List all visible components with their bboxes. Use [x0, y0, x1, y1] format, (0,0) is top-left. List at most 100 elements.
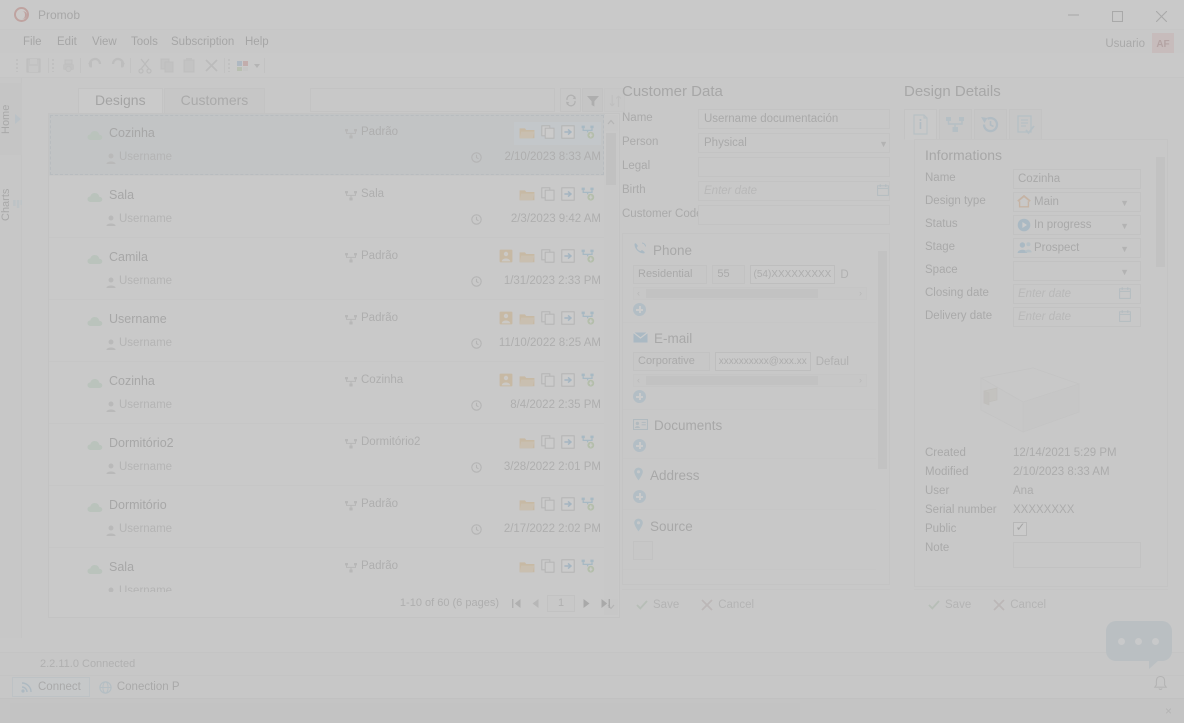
layout-color-icon[interactable] [234, 56, 253, 75]
chat-bubble-button[interactable] [1106, 621, 1172, 669]
page-number-input[interactable]: 1 [547, 594, 575, 612]
undo-icon[interactable] [86, 56, 105, 75]
maximize-button[interactable] [1096, 0, 1140, 30]
copy-icon[interactable] [541, 373, 555, 390]
open-folder-icon[interactable] [519, 250, 535, 266]
toolbar-grip[interactable] [16, 59, 18, 72]
copy-icon[interactable] [541, 187, 555, 204]
export-icon[interactable] [561, 249, 575, 266]
paste-icon[interactable] [180, 56, 199, 75]
share-cloud-icon[interactable] [581, 373, 596, 390]
share-cloud-icon[interactable] [581, 559, 596, 576]
open-folder-icon[interactable] [519, 498, 535, 514]
field-value-text[interactable]: Cozinha [1013, 169, 1141, 189]
field-value-date[interactable]: Enter date [698, 181, 890, 201]
export-icon[interactable] [561, 187, 575, 204]
refresh-icon[interactable] [560, 88, 581, 112]
chevron-down-icon[interactable]: ▼ [1120, 198, 1129, 208]
taskbar-field[interactable] [10, 703, 800, 720]
section-hscrollbar[interactable]: ‹ › [633, 374, 867, 387]
copy-icon[interactable] [158, 56, 177, 75]
table-row[interactable]: Camila Username Padrão 1/31/2023 2:33 PM [49, 238, 605, 300]
calendar-icon[interactable] [1119, 310, 1131, 325]
menu-subscription[interactable]: Subscription [166, 34, 239, 50]
section-select[interactable]: Residential [633, 265, 708, 284]
chevron-down-icon[interactable]: ▼ [1120, 267, 1129, 277]
history-tab[interactable] [974, 109, 1007, 140]
bottom-tab-connect[interactable]: Connect [12, 677, 90, 697]
scroll-thumb[interactable] [878, 251, 887, 469]
list-scrollbar[interactable] [604, 115, 618, 615]
section-select[interactable] [633, 541, 653, 560]
close-icon[interactable]: × [1165, 704, 1172, 718]
public-checkbox[interactable] [1013, 520, 1027, 536]
field-value-select[interactable]: Physical [698, 133, 890, 153]
share-cloud-icon[interactable] [581, 187, 596, 204]
customer-sections-scrollbar[interactable] [876, 235, 888, 584]
save-icon[interactable] [24, 56, 43, 75]
scroll-right-arrow[interactable]: › [859, 288, 862, 299]
field-value-text[interactable]: Username documentación [698, 109, 890, 129]
share-cloud-icon[interactable] [581, 125, 596, 142]
copy-icon[interactable] [541, 559, 555, 576]
calendar-icon[interactable] [1119, 287, 1131, 302]
sidebar-item-home[interactable]: Home [0, 83, 22, 155]
add-icon[interactable] [633, 439, 646, 452]
menu-edit[interactable]: Edit [52, 34, 82, 50]
first-page-button[interactable] [509, 595, 524, 611]
customer-icon[interactable] [499, 249, 513, 266]
chevron-down-icon[interactable]: ▼ [1120, 244, 1129, 254]
previous-page-button[interactable] [528, 595, 543, 611]
section-select[interactable]: Corporative [633, 352, 710, 371]
avatar[interactable]: AF [1152, 33, 1174, 55]
design-save-button[interactable]: Save [928, 599, 971, 611]
search-input[interactable] [310, 88, 555, 112]
filter-icon[interactable] [582, 88, 603, 112]
add-icon[interactable] [633, 390, 646, 403]
chevron-down-icon[interactable]: ▼ [879, 139, 888, 149]
table-row[interactable]: Dormitório2 Username Dormitório2 3/28/2022 … [49, 424, 605, 486]
export-icon[interactable] [561, 125, 575, 142]
design-details-scrollbar[interactable] [1154, 141, 1166, 586]
toolbar-grip[interactable] [52, 59, 54, 72]
field-value-text[interactable] [698, 157, 890, 177]
design-cancel-button[interactable]: Cancel [993, 599, 1046, 611]
field-value-text[interactable] [698, 205, 890, 225]
tab-designs[interactable]: Designs [78, 88, 163, 113]
share-cloud-icon[interactable] [581, 497, 596, 514]
export-icon[interactable] [561, 559, 575, 576]
chevron-down-icon[interactable]: ▼ [1120, 221, 1129, 231]
checklist-tab[interactable] [1009, 109, 1042, 140]
calendar-icon[interactable] [877, 184, 889, 199]
copy-icon[interactable] [541, 311, 555, 328]
table-row[interactable]: Sala Username Sala 2/3/2023 9:42 AM [49, 176, 605, 238]
scroll-thumb[interactable] [646, 376, 818, 385]
info-tab[interactable] [904, 109, 937, 140]
table-row[interactable]: Username Username Padrão 11/10/2022 8:25 AM [49, 300, 605, 362]
tab-customers[interactable]: Customers [163, 88, 266, 113]
section-hscrollbar[interactable]: ‹ › [633, 287, 867, 300]
close-button[interactable] [1140, 0, 1184, 30]
delete-icon[interactable] [202, 56, 221, 75]
last-page-button[interactable] [598, 595, 613, 611]
scroll-up-arrow[interactable] [604, 115, 618, 131]
bell-icon[interactable] [1153, 675, 1168, 695]
open-folder-icon[interactable] [519, 312, 535, 328]
add-icon[interactable] [633, 490, 646, 503]
scroll-thumb[interactable] [1156, 157, 1165, 267]
export-icon[interactable] [561, 373, 575, 390]
scroll-left-arrow[interactable]: ‹ [637, 288, 640, 299]
menu-file[interactable]: File [18, 34, 47, 50]
customer-icon[interactable] [499, 311, 513, 328]
section-select[interactable]: 55 [712, 265, 745, 284]
customer-cancel-button[interactable]: Cancel [701, 599, 754, 611]
toolbar-grip[interactable] [228, 59, 230, 72]
layout-dropdown-icon[interactable] [253, 56, 272, 75]
open-folder-icon[interactable] [519, 188, 535, 204]
note-field[interactable] [1013, 542, 1141, 568]
add-icon[interactable] [633, 303, 646, 316]
open-folder-icon[interactable] [519, 436, 535, 452]
table-row[interactable]: Dormitório Username Padrão 2/17/2022 2:02 P… [49, 486, 605, 548]
table-row[interactable]: Sala Username Padrão [49, 548, 605, 592]
structure-tab[interactable] [939, 109, 972, 140]
